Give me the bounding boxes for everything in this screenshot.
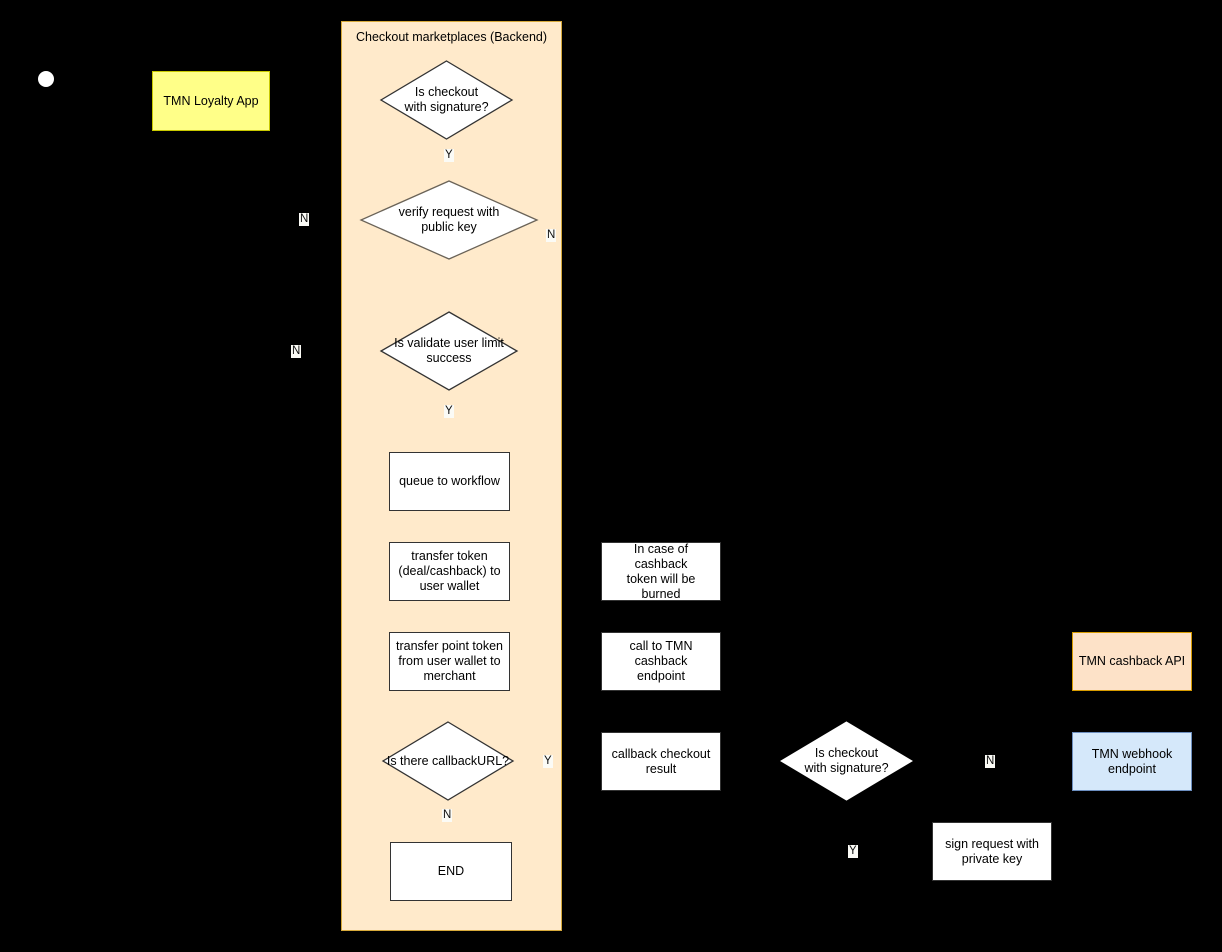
tmn-cashback-api-label: TMN cashback API (1078, 654, 1186, 668)
edge-label-callback-no: N (442, 809, 453, 822)
decision-is-there-callbackurl[interactable]: Is there callbackURL? (381, 721, 515, 801)
tmn-webhook-endpoint-label: TMN webhook endpoint (1091, 746, 1173, 776)
tmn-webhook-endpoint-node[interactable]: TMN webhook endpoint (1072, 732, 1192, 791)
edge-label-sig2-yes: Y (848, 845, 858, 858)
edge-label-callback-yes: Y (543, 755, 553, 768)
sign-request-node[interactable]: sign request with private key (932, 822, 1052, 881)
call-cashback-endpoint-node[interactable]: call to TMN cashback endpoint (601, 632, 721, 691)
decision-is-validate-user-limit-success[interactable]: Is validate user limit success (379, 311, 519, 391)
tmn-cashback-api-node[interactable]: TMN cashback API (1072, 632, 1192, 691)
connector-layer (341, 96, 562, 842)
tmn-loyalty-app-label: TMN Loyalty App (163, 93, 259, 108)
callback-checkout-result-label: callback checkout result (611, 746, 711, 776)
diamond-shape (379, 311, 519, 391)
transfer-point-token-label: transfer point token from user wallet to… (395, 639, 503, 683)
queue-to-workflow-node[interactable]: queue to workflow (389, 452, 510, 511)
edge-label-validate-no: N (291, 345, 302, 358)
queue-to-workflow-label: queue to workflow (399, 474, 500, 488)
diamond-shape (359, 180, 539, 260)
edge-label-sig1-yes: Y (444, 149, 454, 162)
end-node[interactable]: END (390, 842, 512, 901)
cashback-note-label: In case of cashback token will be burned (626, 541, 696, 601)
transfer-token-label: transfer token (deal/cashback) to user w… (398, 549, 501, 593)
edge-label-verify-no: N (299, 213, 310, 226)
decision-verify-request-with-public-key[interactable]: verify request with public key (359, 180, 539, 260)
diamond-shape (379, 60, 514, 140)
diamond-shape (780, 721, 913, 801)
transfer-token-node[interactable]: transfer token (deal/cashback) to user w… (389, 542, 510, 601)
cashback-note-node[interactable]: In case of cashback token will be burned (601, 542, 721, 601)
end-label: END (437, 864, 465, 878)
call-cashback-endpoint-label: call to TMN cashback endpoint (629, 639, 693, 683)
sign-request-label: sign request with private key (945, 836, 1039, 866)
tmn-loyalty-app-node[interactable]: TMN Loyalty App (152, 71, 270, 131)
decision-is-checkout-with-signature-2[interactable]: Is checkout with signature? (780, 721, 913, 801)
edge-label-sig1-no: N (546, 229, 557, 242)
edge-label-sig2-no: N (985, 755, 996, 768)
decision-is-checkout-with-signature-1[interactable]: Is checkout with signature? (379, 60, 514, 140)
backend-container-title: Checkout marketplaces (Backend) (355, 30, 548, 44)
start-node (38, 71, 54, 87)
transfer-point-token-node[interactable]: transfer point token from user wallet to… (389, 632, 510, 691)
edge-label-validate-yes: Y (444, 405, 454, 418)
diagram-canvas: Checkout marketplaces (Backend) TMN Loya… (0, 0, 1222, 952)
diamond-shape (381, 721, 515, 801)
callback-checkout-result-node[interactable]: callback checkout result (601, 732, 721, 791)
